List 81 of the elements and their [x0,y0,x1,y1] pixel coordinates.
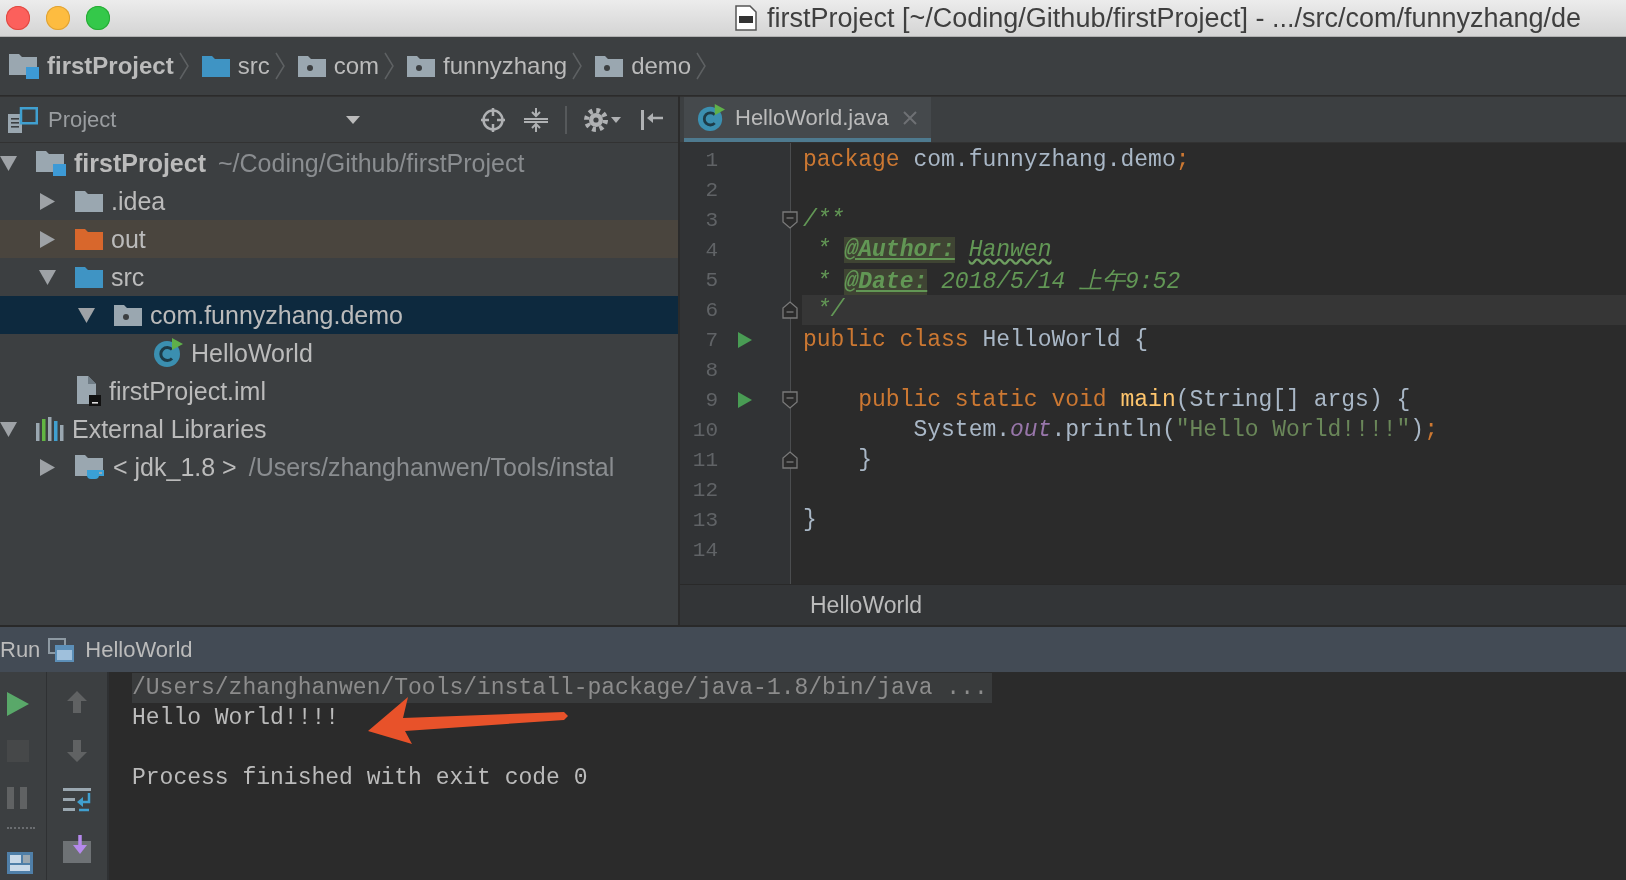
code-line: */ [815,297,845,323]
run-tab[interactable]: HelloWorld [48,636,193,663]
window-title: firstProject [~/Coding/Github/firstProject] - .../src/com/funnyzhang/de [767,2,1582,34]
tree-arrow-icon[interactable] [0,154,17,172]
close-button[interactable] [6,6,30,30]
tree-item[interactable]: firstProject.iml [0,372,678,410]
tree-item[interactable]: HelloWorld [0,334,678,372]
project-view-dropdown[interactable]: Project [8,106,360,133]
zoom-button[interactable] [86,6,110,30]
fold-icon[interactable] [782,211,798,229]
code-line: System.out.println("Hello World!!!!"); [912,417,1438,443]
project-folder-icon [9,53,39,79]
panel-title: Run [0,636,41,663]
caret-icon [346,115,360,124]
gear-icon[interactable] [584,107,608,132]
wrap-lines-icon[interactable] [63,786,91,813]
document-window-icon [8,106,38,133]
package-folder-icon [297,55,326,77]
project-folder-icon [36,150,66,176]
tree-item[interactable]: < jdk_1.8 > /Users/zhanghanwen/Tools/instal [0,448,678,486]
tree-arrow-icon[interactable] [39,458,56,476]
collapse-icon[interactable] [524,107,548,132]
box-down-arrow-icon[interactable] [63,834,91,863]
breadcrumb[interactable]: firstProject [9,52,174,80]
play-icon[interactable] [738,332,752,348]
tree-arrow-icon[interactable] [39,192,56,210]
code-line: * @Author: Hanwen [815,237,1052,263]
jdk-folder-icon [75,454,105,480]
breadcrumb[interactable]: com [297,52,380,80]
tree-item[interactable]: out [0,220,678,258]
fold-icon[interactable] [782,301,798,319]
breadcrumb[interactable]: src [201,52,270,80]
panels-icon[interactable] [7,851,33,874]
fold-icon[interactable] [782,391,798,409]
code-line: package com.funnyzhang.demo; [803,147,1190,173]
chevron-icon [572,52,583,80]
code-line: public class HelloWorld { [803,327,1149,353]
tree-item[interactable]: src [0,258,678,296]
fold-icon[interactable] [782,451,798,469]
library-icon [36,417,64,441]
folder-icon [75,266,103,288]
console-output: Hello World!!!! [132,704,340,733]
caret-icon[interactable] [611,116,621,123]
play-icon[interactable] [738,392,752,408]
console-message: Process finished with exit code 0 [132,764,588,793]
package-folder-icon [595,55,624,77]
code-line: } [803,507,817,533]
window-icon [48,637,75,662]
tree-item[interactable]: External Libraries [0,410,678,448]
class-icon [153,338,183,368]
document-icon [735,5,757,31]
class-icon [697,103,725,132]
crosshair-icon[interactable] [481,107,505,132]
hide-icon[interactable] [641,108,663,131]
tree-arrow-icon[interactable] [78,306,95,324]
tree-arrow-icon[interactable] [39,268,56,286]
folder-icon [201,55,230,77]
package-folder-icon [114,304,142,326]
code-line: * @Date: 2018/5/14 上午9:52 [815,267,1181,296]
chevron-icon [696,52,707,80]
code-line: public static void main(String[] args) { [857,387,1411,413]
breadcrumb[interactable]: funnyzhang [407,52,568,80]
breadcrumb[interactable]: demo [595,52,692,80]
tree-arrow-icon[interactable] [39,230,56,248]
breadcrumb[interactable]: HelloWorld [810,591,923,619]
play-icon[interactable] [7,691,29,716]
tree-item[interactable]: .idea [0,182,678,220]
code-line: } [857,447,873,473]
chevron-icon [384,52,395,80]
file-icon [75,376,101,406]
editor-tab[interactable]: HelloWorld.java [684,97,931,142]
tree-arrow-icon[interactable] [0,420,17,438]
chevron-icon [274,52,285,80]
console-command: /Users/zhanghanwen/Tools/install-package/java-1.8/bin/java ... [132,673,992,703]
tree-item[interactable]: com.funnyzhang.demo [0,296,678,334]
folder-icon [75,190,103,212]
package-folder-icon [407,55,436,77]
code-line: /** [803,207,845,233]
tree-item[interactable]: firstProject ~/Coding/Github/firstProject [0,144,678,182]
folder-icon [75,228,103,250]
chevron-icon [178,52,189,80]
